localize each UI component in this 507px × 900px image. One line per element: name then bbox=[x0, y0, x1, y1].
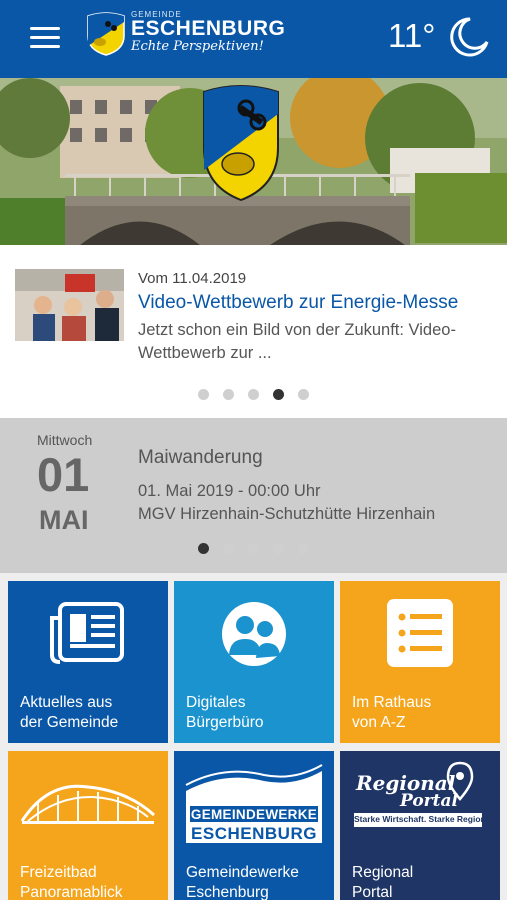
carousel-dot[interactable] bbox=[298, 389, 309, 400]
list-icon bbox=[387, 599, 453, 667]
tile-label: Digitales Bürgerbüro bbox=[186, 694, 264, 731]
tile-label: Regional Portal bbox=[352, 864, 414, 900]
people-icon bbox=[222, 602, 286, 666]
news-date: Vom 11.04.2019 bbox=[138, 270, 247, 287]
gemeindewerke-logo-icon bbox=[185, 764, 323, 843]
hamburger-menu-icon[interactable] bbox=[30, 27, 60, 49]
carousel-dot[interactable] bbox=[248, 543, 259, 554]
tile-label: Freizeitbad Panoramablick bbox=[20, 864, 123, 900]
tile-label: Aktuelles aus der Gemeinde bbox=[20, 694, 119, 731]
carousel-dot[interactable] bbox=[198, 389, 209, 400]
coat-of-arms-logo[interactable] bbox=[86, 10, 126, 56]
carousel-dot-active[interactable] bbox=[198, 543, 209, 554]
hero-image bbox=[0, 78, 507, 245]
event-day: 01 bbox=[37, 448, 90, 501]
carousel-dot[interactable] bbox=[223, 543, 234, 554]
news-excerpt: Jetzt schon ein Bild von der Zukunft: Vi… bbox=[138, 321, 456, 362]
carousel-dot[interactable] bbox=[273, 543, 284, 554]
news-carousel-dots bbox=[198, 389, 309, 400]
brand-small: GEMEINDE bbox=[131, 10, 182, 19]
tiles-grid: Aktuelles aus der Gemeinde Digitales Bürge… bbox=[0, 573, 507, 900]
gemeindewerke-logo-text2: ESCHENBURG bbox=[191, 824, 317, 843]
coat-of-arms-emblem bbox=[203, 85, 279, 202]
event-place: MGV Hirzenhain-Schutzhütte Hirzenhain bbox=[138, 505, 436, 523]
tile-aktuelles[interactable]: Aktuelles aus der Gemeinde bbox=[8, 581, 168, 743]
event-month: MAI bbox=[39, 505, 89, 535]
news-card[interactable]: Vom 11.04.2019 Video-Wettbewerb zur Ener… bbox=[0, 245, 507, 418]
brand-tagline: Echte Perspektiven! bbox=[131, 39, 264, 54]
event-carousel-dots bbox=[198, 543, 309, 554]
regional-logo-text3: Starke Wirtschaft. Starke Region. bbox=[354, 814, 489, 824]
app-header: GEMEINDE ESCHENBURG Echte Perspektiven! … bbox=[0, 0, 507, 78]
carousel-dot[interactable] bbox=[248, 389, 259, 400]
panorama-logo-icon bbox=[20, 784, 156, 824]
tile-rathaus-a-z[interactable]: Im Rathaus von A-Z bbox=[340, 581, 500, 743]
event-card[interactable]: Mittwoch 01 MAI Maiwanderung 01. Mai 201… bbox=[0, 418, 507, 573]
news-title[interactable]: Video-Wettbewerb zur Energie-Messe bbox=[138, 292, 458, 314]
regional-logo-text2: Portal bbox=[400, 791, 458, 811]
brand-wordmark: GEMEINDE ESCHENBURG Echte Perspektiven! bbox=[131, 10, 285, 55]
brand-name: ESCHENBURG bbox=[131, 17, 286, 40]
tile-freizeitbad[interactable]: Freizeitbad Panoramablick bbox=[8, 751, 168, 900]
carousel-dot-active[interactable] bbox=[273, 389, 284, 400]
gemeindewerke-logo-text1: GEMEINDEWERKE bbox=[190, 807, 318, 822]
tile-buergerbuero[interactable]: Digitales Bürgerbüro bbox=[174, 581, 334, 743]
tile-label: Gemeindewerke Eschenburg bbox=[186, 864, 299, 900]
weather-temperature: 11° bbox=[388, 17, 436, 54]
newspaper-icon bbox=[50, 602, 124, 664]
carousel-dot[interactable] bbox=[223, 389, 234, 400]
event-time: 01. Mai 2019 - 00:00 Uhr bbox=[138, 482, 321, 500]
tile-regional-portal[interactable]: Regional Portal Starke Wirtschaft. Stark… bbox=[340, 751, 500, 900]
moon-icon bbox=[450, 17, 489, 57]
news-thumbnail bbox=[15, 269, 124, 341]
event-title[interactable]: Maiwanderung bbox=[138, 447, 263, 469]
tile-label: Im Rathaus von A-Z bbox=[352, 694, 432, 731]
event-weekday: Mittwoch bbox=[37, 432, 93, 448]
tile-gemeindewerke[interactable]: GEMEINDEWERKE ESCHENBURG Gemeindewerke Es… bbox=[174, 751, 334, 900]
carousel-dot[interactable] bbox=[298, 543, 309, 554]
